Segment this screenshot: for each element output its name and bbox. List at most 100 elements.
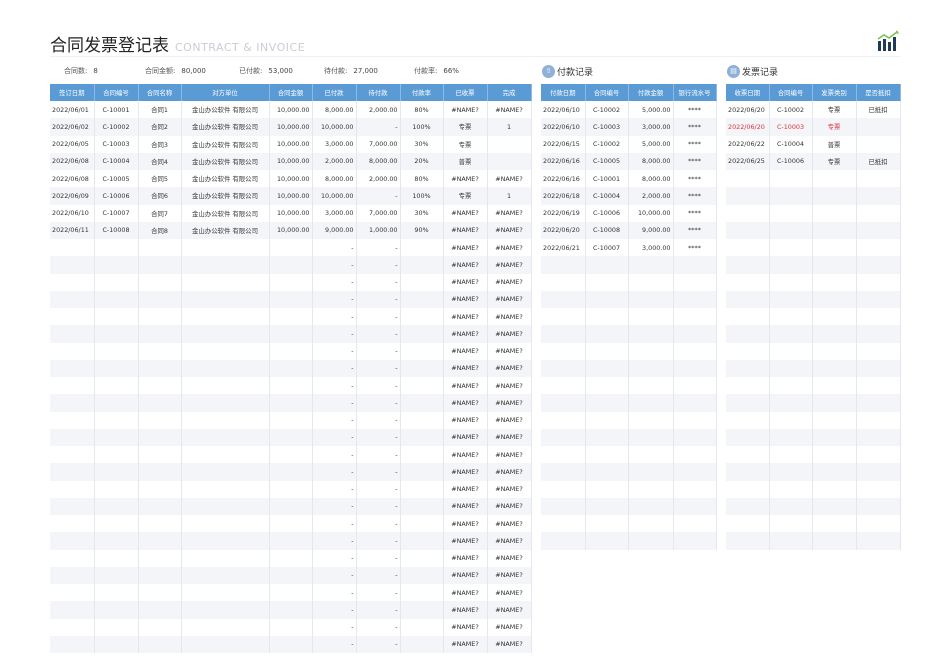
table-cell[interactable] xyxy=(726,515,770,533)
table-cell[interactable]: C-10002 xyxy=(94,118,139,136)
table-cell[interactable]: C-10003 xyxy=(585,118,629,136)
table-cell[interactable]: 10,000.00 xyxy=(269,152,313,170)
table-cell[interactable] xyxy=(628,325,674,343)
table-cell[interactable]: #NAME? xyxy=(443,480,488,498)
table-cell[interactable]: - xyxy=(312,394,357,412)
table-cell[interactable]: 2022/06/02 xyxy=(50,118,95,136)
table-cell[interactable] xyxy=(269,635,313,653)
table-cell[interactable]: 2,000.00 xyxy=(628,187,674,205)
table-cell[interactable]: 8,000.00 xyxy=(312,170,357,188)
table-cell[interactable] xyxy=(400,290,444,308)
table-cell[interactable] xyxy=(726,359,770,377)
table-cell[interactable] xyxy=(138,359,182,377)
table-cell[interactable]: - xyxy=(312,584,357,602)
table-cell[interactable] xyxy=(50,566,95,584)
table-cell[interactable] xyxy=(673,377,717,395)
column-header[interactable]: 已付款 xyxy=(312,84,357,101)
column-header[interactable]: 对方单位 xyxy=(181,84,270,101)
table-cell[interactable] xyxy=(541,411,586,429)
table-cell[interactable] xyxy=(94,411,139,429)
table-cell[interactable]: 80% xyxy=(400,170,444,188)
table-cell[interactable]: #NAME? xyxy=(487,308,532,326)
table-cell[interactable] xyxy=(726,411,770,429)
table-cell[interactable]: #NAME? xyxy=(487,515,532,533)
table-cell[interactable]: C-10008 xyxy=(94,221,139,239)
table-cell[interactable]: 2022/06/01 xyxy=(50,101,95,119)
table-cell[interactable]: #NAME? xyxy=(487,359,532,377)
table-cell[interactable] xyxy=(769,187,813,205)
table-cell[interactable] xyxy=(585,256,629,274)
table-cell[interactable]: **** xyxy=(673,204,717,222)
table-cell[interactable] xyxy=(138,377,182,395)
table-cell[interactable]: 合同4 xyxy=(138,152,182,170)
table-cell[interactable] xyxy=(138,497,182,515)
table-cell[interactable] xyxy=(726,256,770,274)
table-cell[interactable]: #NAME? xyxy=(487,428,532,446)
table-cell[interactable] xyxy=(181,428,270,446)
table-cell[interactable] xyxy=(856,308,901,326)
table-cell[interactable]: C-10008 xyxy=(585,221,629,239)
table-cell[interactable]: 专票 xyxy=(443,187,488,205)
table-cell[interactable] xyxy=(856,463,901,481)
table-cell[interactable] xyxy=(628,308,674,326)
table-cell[interactable]: #NAME? xyxy=(443,290,488,308)
table-cell[interactable]: #NAME? xyxy=(443,411,488,429)
table-cell[interactable] xyxy=(50,428,95,446)
table-cell[interactable] xyxy=(94,497,139,515)
table-cell[interactable] xyxy=(812,290,857,308)
table-cell[interactable] xyxy=(856,428,901,446)
table-cell[interactable]: - xyxy=(356,584,401,602)
table-cell[interactable] xyxy=(269,549,313,567)
table-cell[interactable] xyxy=(856,480,901,498)
table-cell[interactable] xyxy=(726,187,770,205)
table-cell[interactable]: 1 xyxy=(487,187,532,205)
table-cell[interactable]: 2022/06/20 xyxy=(541,221,586,239)
table-cell[interactable]: 2022/06/20 xyxy=(726,101,770,119)
table-cell[interactable] xyxy=(673,342,717,360)
table-cell[interactable]: **** xyxy=(673,239,717,257)
column-header[interactable]: 发票类别 xyxy=(812,84,857,101)
table-cell[interactable]: #NAME? xyxy=(487,411,532,429)
table-cell[interactable] xyxy=(856,256,901,274)
table-cell[interactable]: 合同6 xyxy=(138,187,182,205)
table-cell[interactable]: 2022/06/18 xyxy=(541,187,586,205)
column-header[interactable]: 银行流水号 xyxy=(673,84,717,101)
table-cell[interactable]: 5,000.00 xyxy=(628,101,674,119)
table-cell[interactable] xyxy=(856,170,901,188)
table-cell[interactable]: - xyxy=(356,239,401,257)
table-cell[interactable] xyxy=(400,515,444,533)
table-cell[interactable] xyxy=(50,515,95,533)
table-cell[interactable]: 80% xyxy=(400,101,444,119)
table-cell[interactable] xyxy=(769,463,813,481)
table-cell[interactable] xyxy=(400,601,444,619)
table-cell[interactable] xyxy=(94,480,139,498)
table-cell[interactable] xyxy=(628,256,674,274)
table-cell[interactable] xyxy=(138,325,182,343)
table-cell[interactable]: - xyxy=(312,635,357,653)
table-cell[interactable] xyxy=(138,515,182,533)
table-cell[interactable]: 金山办公软件 有限公司 xyxy=(181,152,270,170)
table-cell[interactable] xyxy=(585,359,629,377)
table-cell[interactable] xyxy=(50,618,95,636)
table-cell[interactable] xyxy=(628,446,674,464)
table-cell[interactable] xyxy=(769,273,813,291)
table-cell[interactable]: 2022/06/10 xyxy=(50,204,95,222)
table-cell[interactable] xyxy=(138,549,182,567)
table-cell[interactable]: 2,000.00 xyxy=(356,170,401,188)
table-cell[interactable] xyxy=(50,273,95,291)
table-cell[interactable]: #NAME? xyxy=(443,549,488,567)
table-cell[interactable]: 2022/06/15 xyxy=(541,135,586,153)
table-cell[interactable]: **** xyxy=(673,221,717,239)
table-cell[interactable]: 合同2 xyxy=(138,118,182,136)
table-cell[interactable] xyxy=(138,635,182,653)
table-cell[interactable] xyxy=(856,118,901,136)
table-cell[interactable]: #NAME? xyxy=(443,497,488,515)
table-cell[interactable] xyxy=(541,532,586,550)
table-cell[interactable] xyxy=(673,532,717,550)
table-cell[interactable]: C-10006 xyxy=(585,204,629,222)
table-cell[interactable]: **** xyxy=(673,101,717,119)
table-cell[interactable]: C-10006 xyxy=(769,152,813,170)
table-cell[interactable] xyxy=(94,584,139,602)
table-cell[interactable] xyxy=(856,497,901,515)
table-cell[interactable] xyxy=(269,618,313,636)
